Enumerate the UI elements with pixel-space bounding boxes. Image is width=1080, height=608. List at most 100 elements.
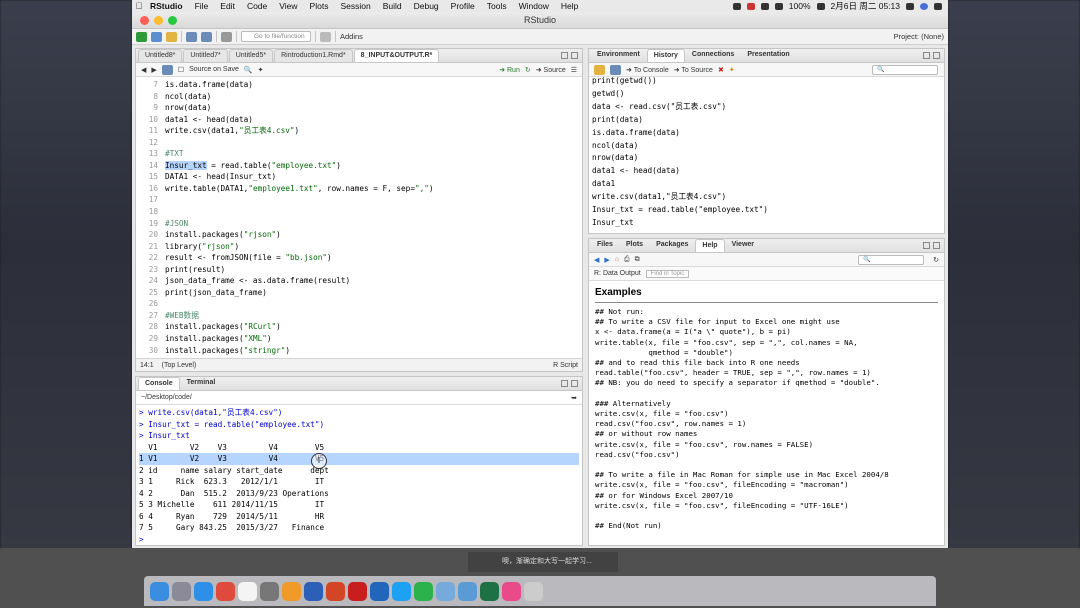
- minimize-pane-icon[interactable]: [923, 52, 930, 59]
- r-icon[interactable]: [370, 581, 389, 601]
- maximize-pane-icon[interactable]: [571, 380, 578, 387]
- to-source-button[interactable]: ➜ To Source: [674, 66, 713, 74]
- notification-banner[interactable]: 噢，渐确定和大写一起学习...: [468, 552, 618, 572]
- itunes-icon[interactable]: [502, 581, 521, 601]
- tab-input-output[interactable]: 8_INPUT&OUTPUT.R*: [353, 49, 440, 62]
- minimize-pane-icon[interactable]: [561, 380, 568, 387]
- addins-menu[interactable]: Addins: [340, 32, 363, 41]
- back-arrow-icon[interactable]: ◀: [141, 66, 146, 74]
- chrome-icon[interactable]: [216, 581, 235, 601]
- menu-window[interactable]: Window: [513, 1, 555, 11]
- find-in-topic-input[interactable]: Find in Topic: [645, 269, 690, 278]
- print-icon[interactable]: [221, 31, 232, 42]
- save-icon[interactable]: [161, 64, 173, 75]
- spotlight-icon[interactable]: [906, 2, 914, 10]
- menu-plots[interactable]: Plots: [304, 1, 335, 11]
- code-line[interactable]: is.data.frame(data): [165, 79, 433, 91]
- tab-presentation[interactable]: Presentation: [741, 49, 795, 62]
- clock[interactable]: 2月6日 周二 05:13: [831, 0, 900, 12]
- menu-debug[interactable]: Debug: [408, 1, 445, 11]
- tab-connections[interactable]: Connections: [686, 49, 740, 62]
- history-entry[interactable]: getwd(): [592, 88, 941, 101]
- history-entry[interactable]: ncol(data): [592, 140, 941, 153]
- code-line[interactable]: write.table(DATA1,"employee1.txt", row.n…: [165, 183, 433, 195]
- preferences-icon[interactable]: [260, 581, 279, 601]
- code-line[interactable]: install.packages("stringr"): [165, 345, 433, 357]
- code-line[interactable]: print(json_data_frame): [165, 287, 433, 299]
- code-line[interactable]: [165, 194, 433, 206]
- recording-icon[interactable]: [746, 2, 755, 10]
- forward-arrow-icon[interactable]: ▶: [151, 66, 156, 74]
- broom-icon[interactable]: ✦: [729, 66, 735, 74]
- code-editor[interactable]: 7 8 9 10 11 12 13 14 15 16 17 18 19 20 21 22 23 24 25 26 27 2…: [136, 79, 582, 358]
- help-search-input[interactable]: 🔍: [858, 255, 924, 265]
- maximize-pane-icon[interactable]: [571, 52, 578, 59]
- history-entry[interactable]: Insur_txt = read.table("employee.txt"): [592, 204, 941, 217]
- code-line[interactable]: write.csv(data1,"员工表4.csv"): [165, 125, 433, 137]
- tab-untitled5[interactable]: Untitled5*: [228, 49, 274, 62]
- goto-file-input[interactable]: Go to file/function: [241, 31, 311, 42]
- maximize-pane-icon[interactable]: [933, 242, 940, 249]
- file-type-selector[interactable]: R Script: [553, 362, 578, 369]
- battery-icon[interactable]: [816, 2, 825, 10]
- minimize-pane-icon[interactable]: [923, 242, 930, 249]
- notification-center-icon[interactable]: [934, 2, 942, 10]
- history-search-input[interactable]: 🔍: [872, 65, 938, 75]
- minimize-window-button[interactable]: [154, 16, 163, 25]
- menubar-app-name[interactable]: RStudio: [146, 1, 189, 11]
- source-on-save-checkbox[interactable]: ☐: [178, 66, 184, 74]
- tab-help[interactable]: Help: [695, 239, 725, 252]
- code-line[interactable]: Insur_txt = read.table("employee.txt"): [165, 160, 433, 172]
- history-entry[interactable]: data <- read.csv("员工表.csv"): [592, 101, 941, 114]
- history-entry[interactable]: nrow(data): [592, 152, 941, 165]
- code-line[interactable]: print(result): [165, 264, 433, 276]
- code-line[interactable]: #WEB数据: [165, 310, 433, 322]
- refresh-icon[interactable]: ↻: [933, 256, 939, 264]
- tab-history[interactable]: History: [646, 49, 685, 62]
- code-line[interactable]: install.packages("XML"): [165, 333, 433, 345]
- menu-code[interactable]: Code: [241, 1, 273, 11]
- word-icon[interactable]: [304, 581, 323, 601]
- new-file-icon[interactable]: [136, 31, 147, 42]
- code-line[interactable]: result <- fromJSON(file = "bb.json"): [165, 252, 433, 264]
- code-line[interactable]: data1 <- head(data): [165, 114, 433, 126]
- to-console-button[interactable]: ➜ To Console: [626, 66, 669, 74]
- qq-icon[interactable]: [392, 581, 411, 601]
- menu-tools[interactable]: Tools: [481, 1, 513, 11]
- history-entry[interactable]: Insur_txt: [592, 217, 941, 230]
- rerun-icon[interactable]: ↻: [525, 66, 531, 74]
- history-entry[interactable]: is.data.frame(data): [592, 127, 941, 140]
- code-line[interactable]: ncol(data): [165, 91, 433, 103]
- apple-icon[interactable]: : [132, 1, 146, 11]
- code-line[interactable]: install.packages("RCurl"): [165, 321, 433, 333]
- acrobat-icon[interactable]: [348, 581, 367, 601]
- clear-console-icon[interactable]: ➥: [571, 394, 577, 402]
- maximize-pane-icon[interactable]: [933, 52, 940, 59]
- menu-view[interactable]: View: [273, 1, 303, 11]
- tab-viewer[interactable]: Viewer: [726, 239, 760, 252]
- history-entry[interactable]: print(getwd()): [592, 75, 941, 88]
- close-window-button[interactable]: [140, 16, 149, 25]
- history-entry[interactable]: print(data): [592, 114, 941, 127]
- code-line[interactable]: [165, 298, 433, 310]
- tab-rintroduction[interactable]: Rintroduction1.Rmd*: [274, 49, 353, 62]
- scope-selector[interactable]: (Top Level): [162, 362, 197, 369]
- code-line[interactable]: [165, 137, 433, 149]
- menu-edit[interactable]: Edit: [214, 1, 241, 11]
- trash-icon[interactable]: [524, 581, 543, 601]
- home-icon[interactable]: ⌂: [615, 256, 619, 263]
- save-icon[interactable]: [186, 31, 197, 42]
- siri-icon[interactable]: [920, 2, 928, 10]
- menu-file[interactable]: File: [189, 1, 215, 11]
- code-line[interactable]: #JSON: [165, 218, 433, 230]
- launchpad-icon[interactable]: [172, 581, 191, 601]
- remove-entry-icon[interactable]: ✖: [718, 66, 724, 74]
- menu-profile[interactable]: Profile: [445, 1, 481, 11]
- history-entry[interactable]: data1 <- head(data): [592, 165, 941, 178]
- tab-packages[interactable]: Packages: [650, 239, 694, 252]
- code-line[interactable]: nrow(data): [165, 102, 433, 114]
- project-menu[interactable]: Project: (None): [894, 32, 944, 41]
- save-history-icon[interactable]: [610, 64, 621, 75]
- tab-environment[interactable]: Environment: [591, 49, 646, 62]
- search-icon[interactable]: 🔍: [244, 66, 253, 74]
